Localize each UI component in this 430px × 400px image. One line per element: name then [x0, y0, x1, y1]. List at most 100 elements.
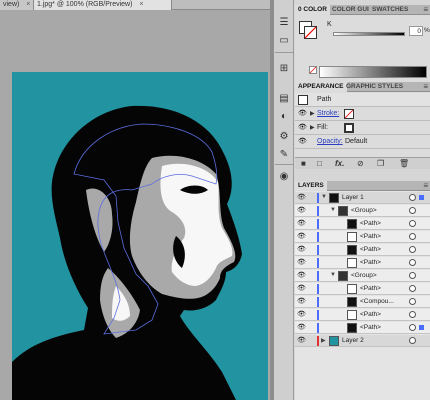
visibility-eye-icon[interactable]: 👁: [297, 207, 306, 214]
visibility-eye-icon[interactable]: 👁: [297, 220, 306, 227]
layers-panel: LAYERS ≡ 👁 ▼ Layer 1 👁 ▼ <Group> 👁 <Path> 👁 <Path…: [295, 181, 430, 400]
document-tab-active[interactable]: 1.jpg* @ 100% (RGB/Preview) ×: [34, 0, 172, 10]
appearance-panel-tabs: APPEARANCE GRAPHIC STYLES ≡: [295, 82, 430, 92]
appearance-object-label: Path: [317, 96, 332, 103]
clear-appearance-icon[interactable]: ⊘: [357, 159, 364, 168]
new-fill-icon[interactable]: ■: [301, 159, 306, 168]
swatches-icon[interactable]: ☰: [276, 14, 292, 30]
visibility-eye-icon[interactable]: 👁: [297, 272, 306, 279]
document-tab-previous[interactable]: view) ×: [0, 0, 34, 10]
visibility-eye-icon[interactable]: 👁: [297, 194, 306, 201]
target-circle-icon[interactable]: [409, 337, 416, 344]
tab-color[interactable]: 0 COLOR: [295, 5, 330, 15]
close-icon[interactable]: ×: [26, 0, 30, 10]
tab-appearance[interactable]: APPEARANCE: [295, 82, 347, 92]
path-row[interactable]: 👁 <Path>: [295, 218, 430, 230]
layer-thumbnail: [347, 219, 357, 229]
artboard[interactable]: [12, 72, 268, 400]
tab-swatches[interactable]: SWATCHES: [369, 5, 411, 15]
trash-icon[interactable]: 🗑: [399, 159, 409, 168]
opacity-link[interactable]: Opacity:: [317, 138, 343, 145]
expand-triangle-icon[interactable]: ▶: [321, 337, 326, 344]
layer-name: Layer 2: [342, 337, 364, 344]
portrait-artwork[interactable]: [12, 72, 268, 400]
visibility-eye-icon[interactable]: 👁: [297, 337, 306, 344]
align-icon[interactable]: ▤: [276, 90, 292, 106]
k-channel-slider[interactable]: [333, 32, 405, 36]
appearance-opacity-row[interactable]: 👁 Opacity: Default: [295, 135, 430, 149]
visibility-eye-icon[interactable]: 👁: [297, 298, 306, 305]
fx-icon[interactable]: fx.: [335, 159, 344, 168]
fill-swatch[interactable]: [344, 123, 354, 133]
collapse-triangle-icon[interactable]: ▼: [330, 207, 336, 213]
target-circle-icon[interactable]: [409, 298, 416, 305]
path-row[interactable]: 👁 <Path>: [295, 244, 430, 256]
stroke-swatch[interactable]: [344, 109, 354, 119]
appearance-fill-row[interactable]: 👁 ▶ Fill:: [295, 121, 430, 135]
transform-icon[interactable]: ⊞: [276, 60, 292, 76]
panel-menu-icon[interactable]: ≡: [423, 5, 428, 15]
path-row[interactable]: 👁 <Compou...: [295, 296, 430, 308]
visibility-eye-icon[interactable]: 👁: [297, 259, 306, 266]
new-stroke-icon[interactable]: □: [317, 159, 322, 168]
eye-icon[interactable]: 👁: [298, 138, 307, 145]
eye-icon[interactable]: 👁: [298, 110, 307, 117]
layer-row[interactable]: 👁 ▶ Layer 2: [295, 335, 430, 347]
target-circle-icon[interactable]: [409, 259, 416, 266]
layer-thumbnail: [347, 297, 357, 307]
tab-layers[interactable]: LAYERS: [295, 181, 327, 191]
target-circle-icon[interactable]: [409, 207, 416, 214]
k-channel-value-input[interactable]: 0: [409, 26, 423, 36]
selection-indicator[interactable]: [419, 195, 424, 200]
panel-menu-icon[interactable]: ≡: [423, 181, 428, 191]
gradient-icon[interactable]: ▭: [276, 32, 292, 48]
target-circle-icon[interactable]: [409, 246, 416, 253]
collapse-triangle-icon[interactable]: ▼: [330, 272, 336, 278]
tab-color-guide[interactable]: COLOR GUI: [329, 5, 372, 15]
collapse-triangle-icon[interactable]: ▼: [321, 194, 327, 200]
visibility-eye-icon[interactable]: 👁: [297, 233, 306, 240]
visibility-eye-icon[interactable]: 👁: [297, 311, 306, 318]
target-circle-icon[interactable]: [409, 194, 416, 201]
path-row[interactable]: 👁 <Path>: [295, 257, 430, 269]
layer-color-bar: [317, 310, 319, 320]
brushes-icon[interactable]: ✎: [276, 146, 292, 162]
stroke-link[interactable]: Stroke:: [317, 110, 339, 117]
target-circle-icon[interactable]: [409, 220, 416, 227]
appearance-stroke-row[interactable]: 👁 ▶ Stroke:: [295, 107, 430, 121]
eye-icon[interactable]: 👁: [298, 124, 307, 131]
visibility-eye-icon[interactable]: 👁: [297, 246, 306, 253]
panel-menu-icon[interactable]: ≡: [423, 82, 428, 92]
layer-row[interactable]: 👁 ▼ Layer 1: [295, 192, 430, 204]
fill-stroke-swatch[interactable]: [299, 21, 317, 39]
expand-triangle-icon[interactable]: ▶: [310, 124, 315, 131]
group-row[interactable]: 👁 ▼ <Group>: [295, 205, 430, 217]
path-row[interactable]: 👁 <Path>: [295, 309, 430, 321]
target-circle-icon[interactable]: [409, 233, 416, 240]
layer-color-bar: [317, 258, 319, 268]
duplicate-icon[interactable]: ❐: [377, 159, 384, 168]
path-row[interactable]: 👁 <Path>: [295, 283, 430, 295]
symbols-icon[interactable]: ⚙: [276, 128, 292, 144]
group-row[interactable]: 👁 ▼ <Group>: [295, 270, 430, 282]
tab-graphic-styles[interactable]: GRAPHIC STYLES: [343, 82, 406, 92]
target-circle-icon[interactable]: [409, 272, 416, 279]
none-swatch[interactable]: [309, 66, 317, 74]
color-spectrum-bar[interactable]: [319, 66, 427, 78]
layer-name: <Path>: [360, 285, 381, 292]
transparency-icon[interactable]: ◐: [276, 108, 292, 124]
expand-triangle-icon[interactable]: ▶: [310, 110, 315, 117]
layer-thumbnail: [347, 310, 357, 320]
target-circle-icon[interactable]: [409, 324, 416, 331]
visibility-eye-icon[interactable]: 👁: [297, 324, 306, 331]
selection-indicator[interactable]: [419, 325, 424, 330]
target-circle-icon[interactable]: [409, 311, 416, 318]
target-circle-icon[interactable]: [409, 285, 416, 292]
layer-color-bar: [317, 193, 319, 203]
close-icon[interactable]: ×: [139, 0, 143, 10]
layer-thumbnail: [329, 193, 339, 203]
path-row[interactable]: 👁 <Path>: [295, 231, 430, 243]
graphic-styles-icon[interactable]: ◉: [276, 168, 292, 184]
visibility-eye-icon[interactable]: 👁: [297, 285, 306, 292]
path-row[interactable]: 👁 <Path>: [295, 322, 430, 334]
